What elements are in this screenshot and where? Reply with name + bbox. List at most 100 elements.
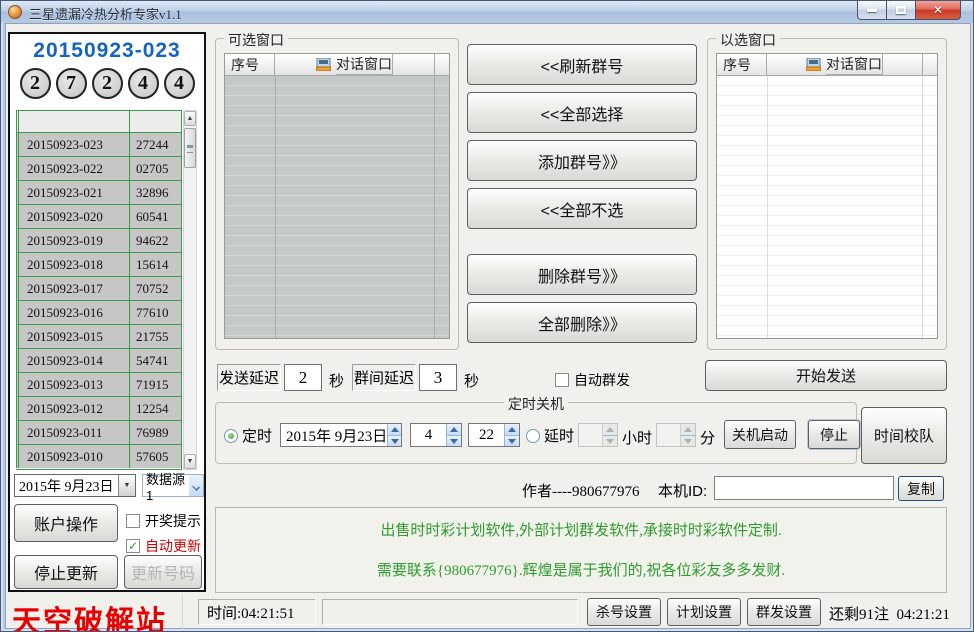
history-table[interactable]: 20150923-02327244 20150923-02202705 2015… — [16, 110, 182, 470]
combo-arrow-icon[interactable] — [189, 475, 203, 496]
window-title: 三星遗漏冷热分析专家v1.1 — [29, 4, 182, 23]
delay-minute-value — [657, 424, 680, 446]
selectable-table-body[interactable] — [225, 76, 449, 338]
scroll-up-icon[interactable]: ▲ — [184, 111, 196, 126]
select-none-button[interactable]: <<全部不选 — [467, 188, 697, 229]
table-row[interactable]: 20150923-01454741 — [16, 348, 181, 372]
table-row[interactable]: 20150923-01815614 — [16, 252, 181, 276]
time-sync-button[interactable]: 时间校队 — [861, 407, 947, 464]
checkbox-icon[interactable] — [126, 514, 140, 528]
table-row[interactable]: 20150923-02327244 — [16, 132, 181, 156]
spin-up-icon[interactable] — [388, 424, 401, 435]
table-row[interactable]: 20150923-01057605 — [16, 444, 181, 468]
table-row[interactable]: 20150923-01994622 — [16, 228, 181, 252]
auto-send-checkbox[interactable]: 自动群发 — [555, 370, 630, 390]
number-cell: 77610 — [129, 300, 181, 324]
chosen-window-group: 以选窗口 序号 对话窗口 — [707, 38, 947, 350]
send-delay-input[interactable]: 2 — [284, 364, 322, 391]
table-row[interactable]: 20150923-01521755 — [16, 324, 181, 348]
issue-cell: 20150923-010 — [16, 444, 129, 468]
scroll-down-icon[interactable]: ▼ — [184, 454, 196, 469]
add-groups-button[interactable]: 添加群号》》 — [467, 140, 697, 181]
shutdown-hour-spinner[interactable]: 4 — [410, 423, 462, 447]
issue-cell: 20150923-014 — [16, 348, 129, 372]
delay-radio[interactable]: 延时 — [526, 425, 574, 446]
table-row[interactable]: 20150923-02202705 — [16, 156, 181, 180]
spin-down-icon[interactable] — [388, 435, 401, 447]
spin-up-icon[interactable] — [447, 424, 461, 435]
app-icon — [8, 5, 22, 19]
left-panel: 20150923-023 2 7 2 4 4 20150923-02327244… — [8, 32, 206, 592]
number-cell: 71915 — [129, 372, 181, 396]
selectable-window-table[interactable]: 序号 对话窗口 — [224, 53, 450, 339]
issue-cell: 20150923-013 — [16, 372, 129, 396]
shutdown-stop-button[interactable]: 停止 — [808, 420, 860, 449]
spin-up-icon[interactable] — [505, 424, 519, 435]
chosen-window-table[interactable]: 序号 对话窗口 — [716, 53, 938, 339]
dropdown-arrow-icon[interactable]: ▼ — [118, 475, 135, 496]
column-header-index[interactable]: 序号 — [717, 54, 767, 76]
draw-tip-checkbox[interactable]: 开奖提示 — [126, 511, 201, 531]
maximize-button[interactable] — [887, 1, 915, 20]
delete-all-button[interactable]: 全部删除》》 — [467, 302, 697, 343]
shutdown-date-spinner[interactable]: 2015年 9月23日 — [280, 423, 402, 447]
client-area: 20150923-023 2 7 2 4 4 20150923-02327244… — [5, 23, 971, 629]
column-header-window[interactable]: 对话窗口 — [767, 54, 923, 76]
group-gap-input[interactable]: 3 — [419, 364, 457, 391]
table-row[interactable]: 20150923-02132896 — [16, 180, 181, 204]
account-button[interactable]: 账户操作 — [14, 504, 118, 542]
clock-text: 时间:04:21:51 — [207, 602, 295, 623]
start-send-button[interactable]: 开始发送 — [705, 360, 947, 391]
table-row[interactable]: 20150923-01212254 — [16, 396, 181, 420]
table-row[interactable]: 20150923-02060541 — [16, 204, 181, 228]
table-row[interactable]: 20150923-01371915 — [16, 372, 181, 396]
spin-down-icon[interactable] — [447, 435, 461, 447]
column-header-index[interactable]: 序号 — [225, 54, 275, 76]
spinner-buttons — [504, 424, 519, 446]
group-title: 以选窗口 — [716, 30, 780, 50]
header-cell — [129, 110, 181, 132]
kill-settings-button[interactable]: 杀号设置 — [587, 598, 661, 626]
shutdown-minute-spinner[interactable]: 22 — [468, 423, 520, 447]
auto-update-checkbox[interactable]: ✓ 自动更新 — [126, 536, 201, 556]
delay-hour-spinner — [578, 423, 618, 447]
table-header-row: 序号 对话窗口 — [225, 54, 449, 76]
ball-row: 2 7 2 4 4 — [10, 68, 204, 99]
title-bar[interactable]: 三星遗漏冷热分析专家v1.1 ✕ — [1, 1, 973, 23]
printer-icon — [806, 58, 821, 71]
table-row[interactable]: 20150923-01770752 — [16, 276, 181, 300]
close-button[interactable]: ✕ — [915, 1, 961, 20]
column-header-window[interactable]: 对话窗口 — [275, 54, 435, 76]
history-scrollbar[interactable]: ▲ ▼ — [183, 110, 197, 470]
number-cell: 15614 — [129, 252, 181, 276]
column-divider — [275, 76, 276, 338]
scroll-thumb[interactable] — [184, 128, 196, 168]
group-send-settings-button[interactable]: 群发设置 — [747, 598, 821, 626]
radio-icon[interactable] — [224, 429, 238, 443]
timed-radio[interactable]: 定时 — [224, 425, 272, 446]
minimize-button[interactable] — [857, 1, 887, 20]
column-divider — [434, 76, 435, 338]
copy-button[interactable]: 复制 — [898, 476, 944, 501]
refresh-groups-button[interactable]: <<刷新群号 — [467, 44, 697, 85]
date-select-value: 2015年 9月23日 — [15, 476, 118, 496]
chosen-table-body[interactable] — [717, 76, 937, 338]
stop-update-button[interactable]: 停止更新 — [14, 555, 118, 589]
machine-id-input[interactable] — [714, 476, 894, 500]
spin-down-icon[interactable] — [505, 435, 519, 447]
table-row[interactable]: 20150923-01176989 — [16, 420, 181, 444]
table-row[interactable]: 20150923-01677610 — [16, 300, 181, 324]
checkbox-icon[interactable] — [555, 373, 569, 387]
delete-groups-button[interactable]: 删除群号》》 — [467, 254, 697, 295]
shutdown-start-button[interactable]: 关机启动 — [724, 420, 796, 449]
select-all-button[interactable]: <<全部选择 — [467, 92, 697, 133]
ball: 2 — [20, 68, 51, 99]
checkbox-checked-icon[interactable]: ✓ — [126, 539, 140, 553]
number-cell: 94622 — [129, 228, 181, 252]
data-source-select[interactable]: 数据源1 — [142, 474, 204, 497]
spin-up-icon — [681, 424, 695, 435]
radio-icon[interactable] — [526, 429, 540, 443]
group-title: 可选窗口 — [224, 30, 288, 50]
date-select[interactable]: 2015年 9月23日 ▼ — [14, 474, 136, 497]
plan-settings-button[interactable]: 计划设置 — [667, 598, 741, 626]
